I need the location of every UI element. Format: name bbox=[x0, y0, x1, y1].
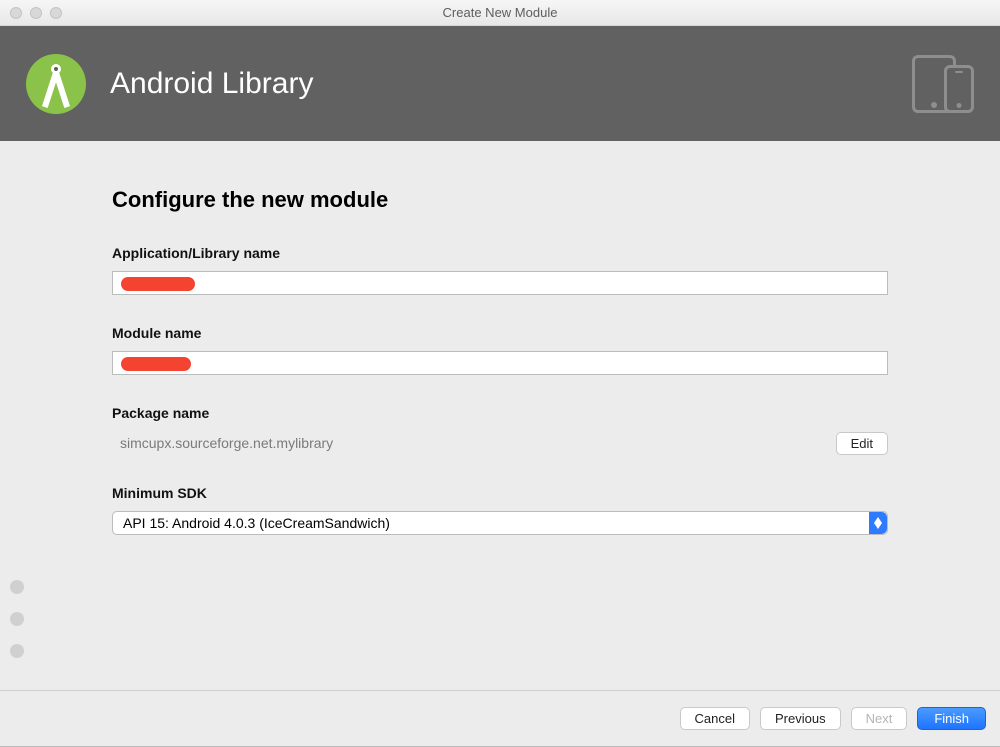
previous-button[interactable]: Previous bbox=[760, 707, 841, 730]
input-module-name[interactable] bbox=[112, 351, 888, 375]
banner-title: Android Library bbox=[110, 67, 313, 101]
window-title: Create New Module bbox=[0, 5, 1000, 20]
field-module-name: Module name bbox=[112, 325, 888, 375]
next-button: Next bbox=[851, 707, 908, 730]
redacted-value bbox=[121, 357, 191, 371]
devices-icon bbox=[912, 55, 974, 113]
section-title: Configure the new module bbox=[112, 187, 888, 213]
edit-package-button[interactable]: Edit bbox=[836, 432, 888, 455]
footer: Cancel Previous Next Finish bbox=[0, 690, 1000, 746]
phone-icon bbox=[944, 65, 974, 113]
indicator-dot bbox=[10, 644, 24, 658]
indicator-dot bbox=[10, 612, 24, 626]
field-app-library-name: Application/Library name bbox=[112, 245, 888, 295]
side-indicator-dots bbox=[10, 580, 24, 658]
select-minimum-sdk-value: API 15: Android 4.0.3 (IceCreamSandwich) bbox=[123, 515, 869, 531]
redacted-value bbox=[121, 277, 195, 291]
wizard-window: Create New Module Android Library Config… bbox=[0, 0, 1000, 747]
label-package-name: Package name bbox=[112, 405, 888, 421]
android-studio-icon bbox=[26, 54, 86, 114]
dropdown-arrows-icon bbox=[869, 512, 887, 534]
label-module-name: Module name bbox=[112, 325, 888, 341]
select-minimum-sdk[interactable]: API 15: Android 4.0.3 (IceCreamSandwich) bbox=[112, 511, 888, 535]
field-package-name: Package name simcupx.sourceforge.net.myl… bbox=[112, 405, 888, 455]
package-name-value: simcupx.sourceforge.net.mylibrary bbox=[112, 431, 826, 455]
field-minimum-sdk: Minimum SDK API 15: Android 4.0.3 (IceCr… bbox=[112, 485, 888, 535]
cancel-button[interactable]: Cancel bbox=[680, 707, 750, 730]
indicator-dot bbox=[10, 580, 24, 594]
titlebar: Create New Module bbox=[0, 0, 1000, 26]
label-app-library-name: Application/Library name bbox=[112, 245, 888, 261]
finish-button[interactable]: Finish bbox=[917, 707, 986, 730]
input-app-library-name[interactable] bbox=[112, 271, 888, 295]
content-area: Configure the new module Application/Lib… bbox=[0, 141, 1000, 690]
label-minimum-sdk: Minimum SDK bbox=[112, 485, 888, 501]
banner: Android Library bbox=[0, 26, 1000, 141]
